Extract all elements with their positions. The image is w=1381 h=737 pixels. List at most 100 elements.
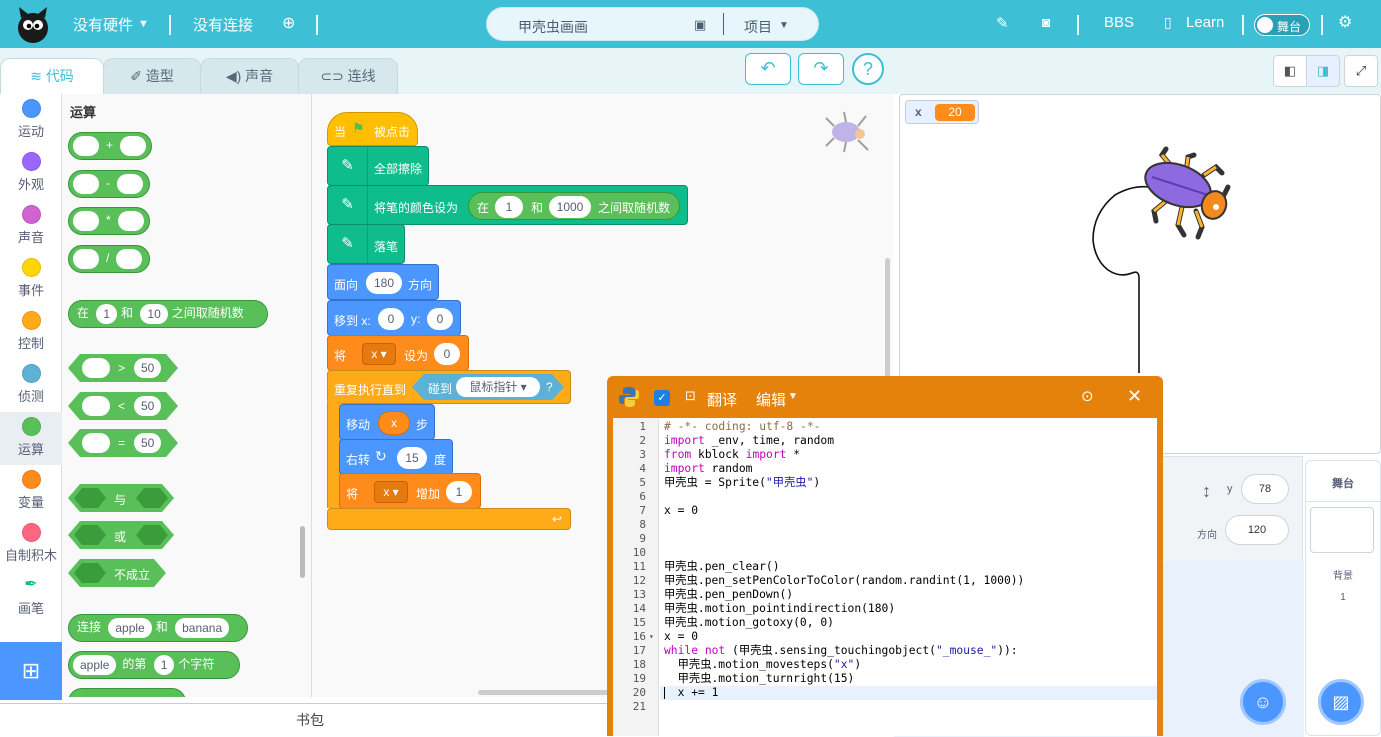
- input-slot[interactable]: 0: [434, 343, 460, 365]
- subtract-block[interactable]: -: [68, 170, 150, 198]
- input-slot[interactable]: 50: [134, 358, 161, 378]
- random-reporter[interactable]: 在 1 和 1000 之间取随机数: [468, 192, 680, 220]
- project-menu[interactable]: 项目: [744, 17, 772, 37]
- hardware-menu[interactable]: 没有硬件: [73, 14, 133, 35]
- boolean-slot[interactable]: [74, 563, 106, 583]
- goto-xy-block[interactable]: 移到 x: 0 y: 0: [327, 300, 461, 336]
- input-slot[interactable]: [116, 249, 143, 269]
- stage-toggle[interactable]: 舞台: [1254, 14, 1310, 36]
- input-slot[interactable]: 50: [134, 396, 161, 416]
- input-slot[interactable]: [82, 358, 110, 378]
- input-slot[interactable]: 0: [378, 308, 404, 330]
- palette-scrollbar[interactable]: [300, 526, 305, 578]
- redo-button[interactable]: ↷: [798, 53, 844, 85]
- input-slot[interactable]: 180: [366, 272, 402, 294]
- input-slot[interactable]: [73, 211, 99, 231]
- y-input[interactable]: 78: [1241, 474, 1289, 504]
- learn-link[interactable]: Learn: [1186, 14, 1224, 31]
- tab-costume[interactable]: ✐ 造型: [103, 58, 201, 94]
- category-looks[interactable]: 外观: [0, 147, 62, 200]
- input-slot[interactable]: 1: [96, 304, 118, 324]
- code-editor[interactable]: 1 2 3 4 5 6 7 8 9 10 11 12 13 14 15 16 ▾ 17 18 19 20 21 # -*-…: [613, 418, 1157, 736]
- code-window-header[interactable]: ✓ ⊡ 翻译 编辑 ▼ ⊙ ✕: [607, 376, 1163, 418]
- workspace-scrollbar[interactable]: [885, 258, 890, 378]
- input-slot[interactable]: 1: [446, 481, 472, 503]
- input-slot[interactable]: [73, 174, 99, 194]
- set-pen-color-block[interactable]: ✎ 将笔的颜色设为 在 1 和 1000 之间取随机数: [327, 185, 688, 225]
- beetle-sprite[interactable]: [1132, 145, 1236, 249]
- random-block[interactable]: 在 1和 10 之间取随机数: [68, 300, 268, 328]
- when-flag-clicked-block[interactable]: 当 ⚑ 被点击: [327, 112, 418, 146]
- category-events[interactable]: 事件: [0, 253, 62, 306]
- backpack-bar[interactable]: 书包: [0, 703, 620, 736]
- input-slot[interactable]: [73, 249, 99, 269]
- input-slot[interactable]: 1000: [549, 196, 591, 218]
- category-pen[interactable]: ✒ 画笔: [0, 571, 62, 624]
- project-title[interactable]: 甲壳虫画画: [518, 17, 588, 37]
- add-sprite-button[interactable]: ☺: [1240, 679, 1286, 725]
- add-backdrop-button[interactable]: ▨: [1318, 679, 1364, 725]
- input-slot[interactable]: 1: [495, 196, 523, 218]
- help-button[interactable]: ?: [852, 53, 884, 85]
- boolean-slot[interactable]: [74, 525, 106, 545]
- tab-code[interactable]: ≋ 代码: [0, 58, 104, 94]
- camera-icon[interactable]: ◙: [1042, 14, 1050, 30]
- input-slot[interactable]: [117, 174, 143, 194]
- category-operators[interactable]: 运算: [0, 412, 62, 465]
- input-slot[interactable]: apple: [73, 655, 117, 675]
- input-slot[interactable]: 10: [140, 304, 168, 324]
- or-block[interactable]: 或: [68, 521, 174, 549]
- input-slot[interactable]: 0: [427, 308, 453, 330]
- category-sound[interactable]: 声音: [0, 200, 62, 253]
- stage-target-panel[interactable]: 舞台 背景 1 ▨: [1305, 460, 1381, 736]
- and-block[interactable]: 与: [68, 484, 174, 512]
- tab-sound[interactable]: ◀) 声音: [200, 58, 299, 94]
- object-dropdown[interactable]: 鼠标指针 ▾: [456, 377, 540, 397]
- save-icon[interactable]: ▣: [694, 17, 706, 33]
- project-title-box[interactable]: 甲壳虫画画 ▣ 项目 ▼: [486, 7, 819, 41]
- small-stage-button[interactable]: ◧: [1273, 55, 1307, 87]
- close-icon[interactable]: ✕: [1127, 386, 1142, 407]
- pen-clear-block[interactable]: ✎ 全部擦除: [327, 146, 429, 186]
- tab-wire[interactable]: ⊂⊃ 连线: [298, 58, 398, 94]
- multiply-block[interactable]: *: [68, 207, 150, 235]
- letter-of-block[interactable]: apple 的第 1 个字符: [68, 651, 240, 679]
- normal-stage-button[interactable]: ◨: [1306, 55, 1340, 87]
- variable-reporter[interactable]: x: [378, 411, 410, 435]
- repeat-until-block[interactable]: 重复执行直到 碰到 鼠标指针 ▾ ?: [327, 370, 571, 404]
- logo[interactable]: [16, 4, 50, 44]
- divide-block[interactable]: /: [68, 245, 150, 273]
- connection-menu[interactable]: 没有连接: [193, 14, 253, 35]
- join-block[interactable]: 连接 apple 和 banana: [68, 614, 248, 642]
- length-block[interactable]: [68, 688, 186, 697]
- category-sensing[interactable]: 侦测: [0, 359, 62, 412]
- turn-right-block[interactable]: 右转 ↻ 15 度: [339, 439, 453, 475]
- boolean-slot[interactable]: [74, 488, 106, 508]
- variable-dropdown[interactable]: x ▾: [374, 481, 408, 503]
- sync-checkbox[interactable]: ✓: [654, 390, 670, 406]
- variable-dropdown[interactable]: x ▾: [362, 343, 396, 365]
- run-icon[interactable]: ⊙: [1081, 387, 1094, 405]
- less-than-block[interactable]: <50: [68, 392, 178, 420]
- point-direction-block[interactable]: 面向 180 方向: [327, 264, 439, 300]
- input-slot[interactable]: 50: [134, 433, 161, 453]
- edit-menu[interactable]: 编辑: [756, 389, 786, 410]
- input-slot[interactable]: [73, 136, 99, 156]
- input-slot[interactable]: [120, 136, 147, 156]
- undo-button[interactable]: ↶: [745, 53, 791, 85]
- category-motion[interactable]: 运动: [0, 94, 62, 147]
- touching-condition[interactable]: 碰到 鼠标指针 ▾ ?: [412, 374, 564, 400]
- greater-than-block[interactable]: >50: [68, 354, 178, 382]
- boolean-slot[interactable]: [136, 525, 168, 545]
- category-variables[interactable]: 变量: [0, 465, 62, 518]
- stage-thumbnail[interactable]: [1310, 507, 1374, 553]
- fullscreen-icon[interactable]: ⤢: [1344, 55, 1378, 87]
- boolean-slot[interactable]: [136, 488, 168, 508]
- add-extension-button[interactable]: ⊞: [0, 642, 62, 700]
- input-slot[interactable]: [82, 396, 110, 416]
- globe-icon[interactable]: ⊕: [282, 13, 295, 33]
- category-my-blocks[interactable]: 自制积木: [0, 518, 62, 571]
- add-block[interactable]: +: [68, 132, 152, 160]
- category-control[interactable]: 控制: [0, 306, 62, 359]
- move-steps-block[interactable]: 移动 x 步: [339, 404, 435, 440]
